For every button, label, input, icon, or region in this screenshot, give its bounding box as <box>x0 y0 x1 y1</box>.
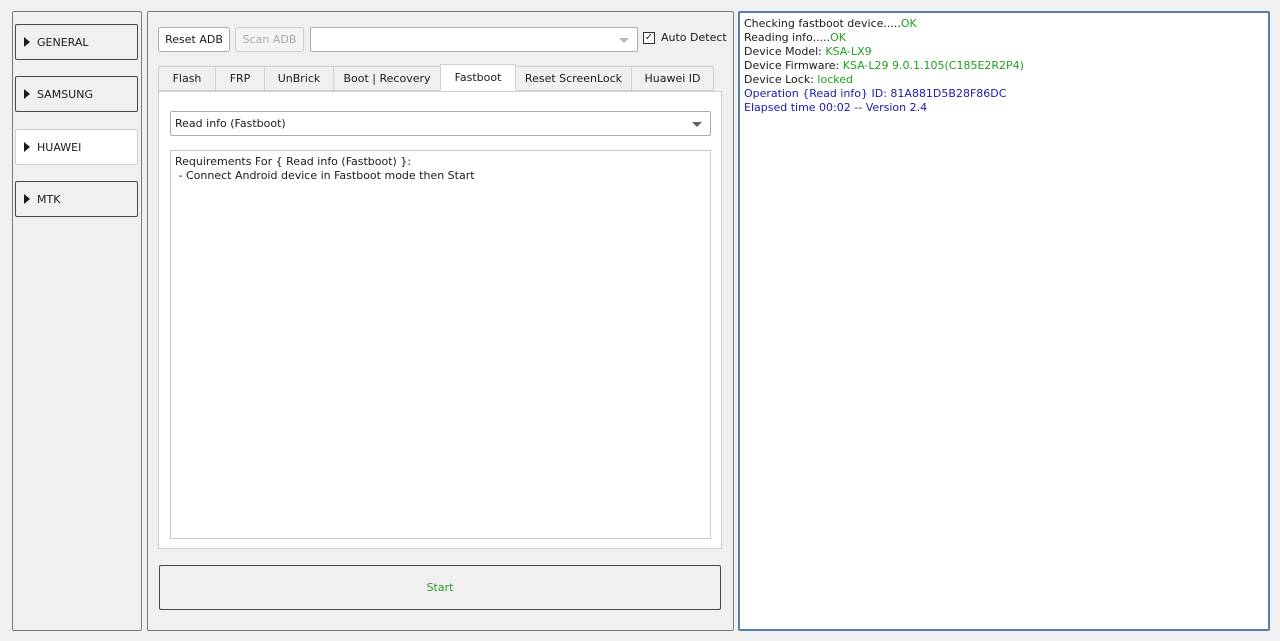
log-line: Device Firmware: KSA-L29 9.0.1.105(C185E… <box>744 59 1264 73</box>
log-label: Checking fastboot device..... <box>744 17 901 30</box>
log-line: Checking fastboot device.....OK <box>744 17 1264 31</box>
log-label: Reading info..... <box>744 31 831 44</box>
sidebar-item-samsung[interactable]: SAMSUNG <box>15 76 138 112</box>
operation-id-value: ID: 81A881D5B28F86DC <box>871 87 1007 100</box>
triangle-right-icon <box>24 194 30 204</box>
requirements-textarea[interactable]: Requirements For { Read info (Fastboot) … <box>170 150 711 539</box>
auto-detect-toggle[interactable]: ✓ Auto Detect <box>643 31 727 44</box>
log-label: Operation {Read info} <box>744 87 872 100</box>
tab-huawei-id[interactable]: Huawei ID <box>631 66 714 91</box>
operations-panel: Reset ADB Scan ADB ✓ Auto Detect Flash F… <box>147 11 734 631</box>
chevron-down-icon <box>692 121 702 127</box>
log-line: Reading info.....OK <box>744 31 1264 45</box>
device-lock-value: locked <box>817 73 853 86</box>
log-label: Device Firmware: <box>744 59 843 72</box>
chevron-down-icon <box>619 37 629 43</box>
tab-frp[interactable]: FRP <box>215 66 265 91</box>
tab-boot-recovery[interactable]: Boot | Recovery <box>333 66 441 91</box>
sidebar-item-label: HUAWEI <box>37 140 82 154</box>
fastboot-tab-content: Read info (Fastboot) Requirements For { … <box>158 91 722 549</box>
tab-unbrick[interactable]: UnBrick <box>264 66 334 91</box>
log-output[interactable]: Checking fastboot device.....OK Reading … <box>738 11 1270 631</box>
log-label: Device Model: <box>744 45 826 58</box>
device-select[interactable] <box>310 27 638 52</box>
reset-adb-button[interactable]: Reset ADB <box>158 27 230 52</box>
log-status-ok: OK <box>830 31 846 44</box>
scan-adb-button[interactable]: Scan ADB <box>235 27 304 52</box>
tab-bar: Flash FRP UnBrick Boot | Recovery Fastbo… <box>158 64 714 92</box>
requirements-line: - Connect Android device in Fastboot mod… <box>175 169 475 182</box>
auto-detect-label: Auto Detect <box>661 31 727 44</box>
start-button[interactable]: Start <box>159 565 721 610</box>
category-sidebar: GENERAL SAMSUNG HUAWEI MTK <box>12 11 142 631</box>
log-line: Elapsed time 00:02 -- Version 2.4 <box>744 101 928 114</box>
checkmark-icon[interactable]: ✓ <box>643 31 655 44</box>
log-line: Device Lock: locked <box>744 73 1264 87</box>
log-status-ok: OK <box>900 17 917 30</box>
sidebar-item-label: GENERAL <box>37 35 89 49</box>
log-line: Operation {Read info} ID: 81A881D5B28F86… <box>744 87 1264 101</box>
sidebar-item-label: MTK <box>37 192 61 206</box>
device-model-value: KSA-LX9 <box>825 45 872 58</box>
operation-select-value: Read info (Fastboot) <box>175 117 286 130</box>
tab-fastboot[interactable]: Fastboot <box>440 64 516 91</box>
operation-select[interactable]: Read info (Fastboot) <box>170 111 711 136</box>
device-firmware-value: KSA-L29 9.0.1.105(C185E2R2P4) <box>842 59 1024 72</box>
log-line: Device Model: KSA-LX9 <box>744 45 1264 59</box>
sidebar-item-mtk[interactable]: MTK <box>15 181 138 217</box>
tab-reset-screenlock[interactable]: Reset ScreenLock <box>515 66 632 91</box>
sidebar-item-label: SAMSUNG <box>37 87 93 101</box>
triangle-right-icon <box>24 142 30 152</box>
tab-flash[interactable]: Flash <box>158 66 216 91</box>
triangle-right-icon <box>24 89 30 99</box>
sidebar-item-huawei[interactable]: HUAWEI <box>15 129 138 165</box>
log-label: Device Lock: <box>744 73 818 86</box>
triangle-right-icon <box>24 37 30 47</box>
sidebar-item-general[interactable]: GENERAL <box>15 24 138 60</box>
requirements-title: Requirements For { Read info (Fastboot) … <box>175 155 412 168</box>
